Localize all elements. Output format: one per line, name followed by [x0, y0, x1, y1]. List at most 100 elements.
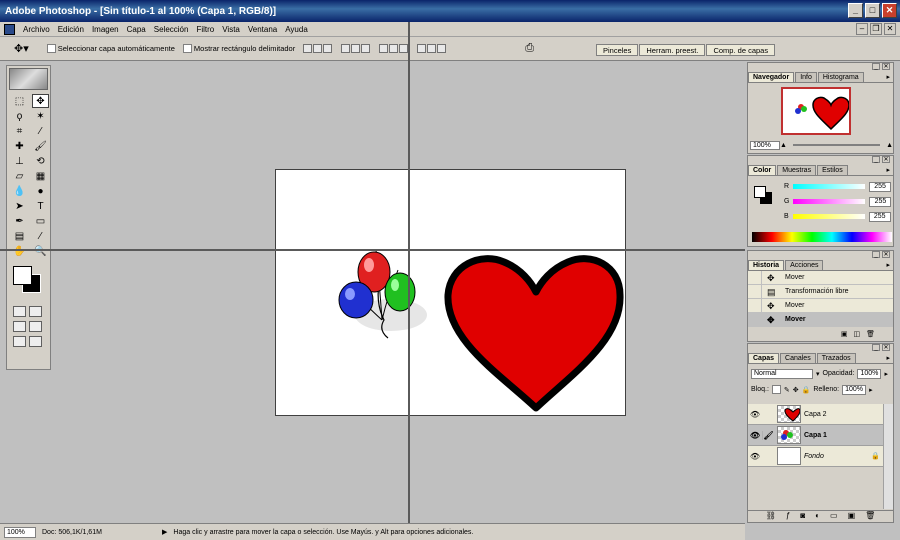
opacity-field[interactable]: 100% — [857, 368, 882, 379]
brush-tool-icon[interactable]: 🖌 — [32, 139, 49, 153]
opacity-arrow-icon[interactable]: ▸ — [884, 370, 888, 378]
new-snapshot-icon[interactable]: ◫ — [853, 330, 860, 341]
photoshop-icon[interactable] — [4, 23, 15, 35]
notes-tool-icon[interactable]: ▤ — [11, 229, 28, 243]
link-layers-icon[interactable]: ⛓ — [766, 511, 776, 522]
b-slider[interactable] — [792, 214, 865, 219]
delete-layer-icon[interactable]: 🗑 — [865, 511, 875, 522]
foreground-color-swatch[interactable] — [13, 266, 32, 285]
menu-archivo[interactable]: Archivo — [19, 25, 54, 34]
menu-vista[interactable]: Vista — [218, 25, 244, 34]
screen-mode-icon[interactable] — [13, 321, 26, 332]
navigator-zoom-slider[interactable] — [792, 144, 881, 146]
screen-full-menu-icon[interactable] — [29, 321, 42, 332]
menu-filtro[interactable]: Filtro — [192, 25, 218, 34]
dodge-tool-icon[interactable]: ● — [32, 184, 49, 198]
healing-brush-tool-icon[interactable]: ✚ — [11, 139, 28, 153]
eraser-tool-icon[interactable]: ▱ — [11, 169, 28, 183]
panel-close-icon[interactable]: ✕ — [882, 251, 890, 258]
doc-close-button[interactable]: ✕ — [884, 23, 896, 35]
close-button[interactable]: ✕ — [882, 3, 897, 18]
color-spectrum[interactable] — [752, 232, 892, 242]
menu-ventana[interactable]: Ventana — [244, 25, 281, 34]
delete-state-icon[interactable]: 🗑 — [866, 330, 875, 341]
lock-pixels-icon[interactable]: ✎ — [784, 386, 790, 394]
type-tool-icon[interactable]: T — [32, 199, 49, 213]
new-group-icon[interactable]: ▭ — [830, 511, 838, 522]
magic-wand-tool-icon[interactable]: ✶ — [32, 109, 49, 123]
well-herram-preest[interactable]: Herram. preest. — [639, 44, 706, 56]
show-bounds-checkbox[interactable] — [182, 44, 192, 53]
shape-tool-icon[interactable]: ▭ — [32, 214, 49, 228]
new-document-from-state-icon[interactable]: ▣ — [841, 330, 848, 341]
color-foreground-swatch[interactable] — [754, 186, 766, 198]
panel-menu-arrow-icon[interactable]: ▸ — [886, 73, 890, 81]
clone-stamp-tool-icon[interactable]: ⊥ — [11, 154, 28, 168]
history-item[interactable]: ✥ Mover — [748, 299, 893, 313]
panel-close-icon[interactable]: ✕ — [882, 63, 890, 70]
align-right-icon[interactable] — [361, 44, 371, 53]
pen-tool-icon[interactable]: ✒ — [11, 214, 28, 228]
gradient-tool-icon[interactable]: ▦ — [32, 169, 49, 183]
maximize-button[interactable]: □ — [865, 3, 880, 18]
doc-restore-button[interactable]: ❐ — [870, 23, 882, 35]
tab-canales[interactable]: Canales — [780, 353, 816, 363]
well-pinceles[interactable]: Pinceles — [596, 44, 639, 56]
panel-minimize-icon[interactable]: _ — [872, 63, 880, 70]
distribute-vcenter-icon[interactable] — [389, 44, 399, 53]
vertical-guide[interactable] — [408, 22, 410, 537]
g-value[interactable]: 255 — [869, 196, 892, 207]
tab-acciones[interactable]: Acciones — [785, 260, 824, 270]
distribute-right-icon[interactable] — [437, 44, 447, 53]
blur-tool-icon[interactable]: 💧 — [11, 184, 28, 198]
blend-mode-select[interactable]: Normal — [751, 368, 813, 379]
panel-minimize-icon[interactable]: _ — [872, 251, 880, 258]
status-doc-size[interactable]: Doc: 506,1K/1,61M — [42, 529, 162, 536]
standard-mode-icon[interactable] — [13, 306, 26, 317]
navigator-thumbnail[interactable] — [780, 87, 851, 135]
g-slider[interactable] — [793, 199, 866, 204]
history-brush-tool-icon[interactable]: ⟲ — [32, 154, 49, 168]
align-top-icon[interactable] — [303, 44, 313, 53]
panel-menu-arrow-icon[interactable]: ▸ — [886, 354, 890, 362]
status-arrow-icon[interactable]: ▶ — [162, 528, 167, 536]
menu-ayuda[interactable]: Ayuda — [281, 25, 312, 34]
menu-capa[interactable]: Capa — [123, 25, 150, 34]
align-left-icon[interactable] — [341, 44, 351, 53]
align-hcenter-icon[interactable] — [351, 44, 361, 53]
zoom-tool-icon[interactable]: 🔍 — [32, 244, 49, 258]
fill-arrow-icon[interactable]: ▸ — [869, 386, 873, 394]
slice-tool-icon[interactable]: ⁄ — [32, 124, 49, 138]
history-item[interactable]: ▤ Transformación libre — [748, 285, 893, 299]
r-slider[interactable] — [793, 184, 866, 189]
panel-menu-arrow-icon[interactable]: ▸ — [886, 261, 890, 269]
history-item-selected[interactable]: ✥ Mover — [748, 313, 893, 327]
layer-row-active[interactable]: 👁 🖌 Capa 1 — [748, 425, 884, 446]
document-canvas[interactable] — [275, 169, 626, 416]
auto-select-checkbox[interactable] — [46, 44, 56, 53]
visibility-eye-icon[interactable]: 👁 — [748, 452, 762, 461]
tab-navegador[interactable]: Navegador — [748, 72, 795, 82]
jump-check-icon[interactable] — [29, 336, 42, 347]
new-adjustment-layer-icon[interactable]: ◐ — [815, 511, 820, 522]
well-comp-capas[interactable]: Comp. de capas — [706, 44, 776, 56]
align-vcenter-icon[interactable] — [313, 44, 323, 53]
fill-field[interactable]: 100% — [842, 384, 867, 395]
path-selection-tool-icon[interactable]: ➤ — [11, 199, 28, 213]
b-value[interactable]: 255 — [868, 211, 891, 222]
layers-scrollbar[interactable] — [883, 404, 893, 509]
layer-brush-icon[interactable]: 🖌 — [762, 430, 774, 440]
blend-mode-arrow-icon[interactable]: ▾ — [816, 370, 820, 378]
navigator-zoom-field[interactable]: 100% — [750, 140, 780, 150]
crop-tool-icon[interactable]: ⌗ — [11, 124, 28, 138]
lasso-tool-icon[interactable]: ϙ — [11, 109, 28, 123]
horizontal-guide[interactable] — [0, 249, 745, 251]
tab-muestras[interactable]: Muestras — [777, 165, 817, 175]
distribute-hcenter-icon[interactable] — [427, 44, 437, 53]
adobe-feather-icon[interactable] — [9, 68, 48, 90]
menu-imagen[interactable]: Imagen — [88, 25, 123, 34]
menu-edicion[interactable]: Edición — [54, 25, 88, 34]
panel-minimize-icon[interactable]: _ — [872, 156, 880, 163]
tab-histograma[interactable]: Histograma — [817, 72, 864, 82]
tab-color[interactable]: Color — [748, 165, 777, 175]
